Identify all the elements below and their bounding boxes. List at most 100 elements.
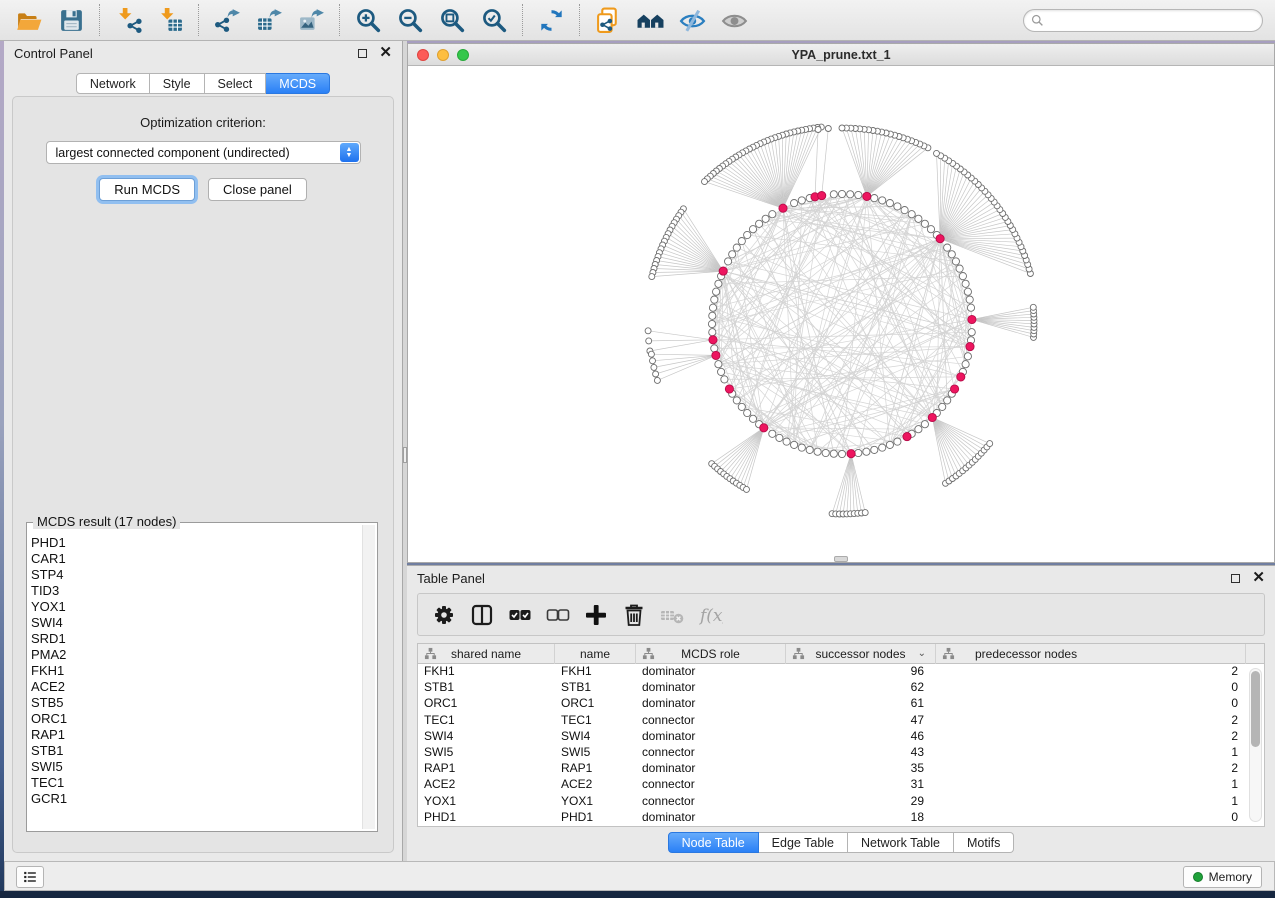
ring-node[interactable]	[871, 446, 878, 453]
ring-node[interactable]	[927, 226, 934, 233]
add-row-button[interactable]	[582, 601, 610, 629]
ring-node[interactable]	[838, 190, 845, 197]
deselect-all-button[interactable]	[544, 601, 572, 629]
open-session-button[interactable]	[13, 4, 45, 36]
ring-node[interactable]	[944, 397, 951, 404]
ring-node[interactable]	[939, 403, 946, 410]
network-window-titlebar[interactable]: YPA_prune.txt_1	[408, 44, 1274, 66]
ring-node[interactable]	[725, 258, 732, 265]
ring-node[interactable]	[894, 203, 901, 210]
mcds-hub-node[interactable]	[847, 450, 855, 458]
tab-network-table[interactable]: Network Table	[848, 832, 954, 853]
leaf-node[interactable]	[862, 510, 868, 516]
ring-node[interactable]	[715, 361, 722, 368]
ring-node[interactable]	[962, 361, 969, 368]
mcds-hub-node[interactable]	[818, 192, 826, 200]
table-row[interactable]: ACE2ACE2connector311	[418, 777, 1264, 793]
hide-edges-button[interactable]	[676, 4, 708, 36]
show-graphics-button[interactable]	[718, 4, 750, 36]
ring-node[interactable]	[738, 238, 745, 245]
leaf-node[interactable]	[815, 127, 821, 133]
mcds-hub-node[interactable]	[709, 336, 717, 344]
memory-button[interactable]: Memory	[1183, 866, 1262, 888]
ring-node[interactable]	[863, 448, 870, 455]
network-canvas[interactable]	[408, 66, 1274, 562]
table-row[interactable]: ORC1ORC1dominator610	[418, 696, 1264, 712]
result-node[interactable]: SRD1	[31, 631, 361, 647]
result-node[interactable]: TEC1	[31, 775, 361, 791]
ring-node[interactable]	[791, 441, 798, 448]
close-window-icon[interactable]	[417, 49, 429, 61]
table-scrollbar-thumb[interactable]	[1251, 671, 1260, 747]
result-scrollbar[interactable]	[362, 525, 375, 829]
ring-node[interactable]	[830, 450, 837, 457]
minimize-window-icon[interactable]	[437, 49, 449, 61]
result-node[interactable]: STB1	[31, 743, 361, 759]
result-node[interactable]: ORC1	[31, 711, 361, 727]
tab-motifs[interactable]: Motifs	[954, 832, 1014, 853]
mcds-hub-node[interactable]	[725, 385, 733, 393]
select-all-button[interactable]	[506, 601, 534, 629]
leaf-node[interactable]	[839, 125, 845, 131]
tab-network[interactable]: Network	[76, 73, 150, 94]
ring-node[interactable]	[871, 195, 878, 202]
leaf-node[interactable]	[744, 486, 750, 492]
ring-node[interactable]	[798, 197, 805, 204]
ring-node[interactable]	[956, 265, 963, 272]
ring-node[interactable]	[921, 421, 928, 428]
ring-node[interactable]	[855, 449, 862, 456]
zoom-out-button[interactable]	[394, 4, 426, 36]
ring-node[interactable]	[952, 258, 959, 265]
result-node[interactable]: SWI5	[31, 759, 361, 775]
ring-node[interactable]	[798, 444, 805, 451]
mcds-hub-node[interactable]	[936, 235, 944, 243]
mcds-hub-node[interactable]	[957, 373, 965, 381]
ring-node[interactable]	[744, 231, 751, 238]
export-image-button[interactable]	[295, 4, 327, 36]
ring-node[interactable]	[776, 434, 783, 441]
column-header-name[interactable]: name	[555, 644, 636, 664]
leaf-node[interactable]	[651, 364, 657, 370]
maximize-window-icon[interactable]	[457, 49, 469, 61]
ring-node[interactable]	[915, 215, 922, 222]
result-node[interactable]: GCR1	[31, 791, 361, 807]
leaf-node[interactable]	[649, 274, 655, 280]
ring-node[interactable]	[901, 207, 908, 214]
table-row[interactable]: PHD1PHD1dominator180	[418, 810, 1264, 826]
mcds-hub-node[interactable]	[719, 267, 727, 275]
mcds-hub-node[interactable]	[903, 433, 911, 441]
ring-node[interactable]	[806, 446, 813, 453]
table-row[interactable]: YOX1YOX1connector291	[418, 794, 1264, 810]
ring-node[interactable]	[749, 226, 756, 233]
result-node[interactable]: SWI4	[31, 615, 361, 631]
ring-node[interactable]	[921, 220, 928, 227]
result-node[interactable]: STP4	[31, 567, 361, 583]
column-header-shared-name[interactable]: shared name	[418, 644, 555, 664]
save-session-button[interactable]	[55, 4, 87, 36]
ring-node[interactable]	[715, 280, 722, 287]
ring-node[interactable]	[744, 409, 751, 416]
task-history-button[interactable]	[16, 866, 44, 888]
ring-node[interactable]	[733, 397, 740, 404]
mcds-hub-node[interactable]	[968, 315, 976, 323]
network-graph[interactable]	[408, 66, 1274, 562]
sort-chevron-icon[interactable]: ⌄	[918, 648, 926, 659]
ring-node[interactable]	[814, 448, 821, 455]
ring-node[interactable]	[944, 244, 951, 251]
run-mcds-button[interactable]: Run MCDS	[99, 178, 195, 201]
close-table-panel-icon[interactable]: ✕	[1252, 573, 1265, 583]
ring-node[interactable]	[908, 211, 915, 218]
ring-node[interactable]	[713, 288, 720, 295]
export-table-button[interactable]	[253, 4, 285, 36]
split-columns-button[interactable]	[468, 601, 496, 629]
ring-node[interactable]	[967, 304, 974, 311]
ring-node[interactable]	[729, 251, 736, 258]
tab-edge-table[interactable]: Edge Table	[759, 832, 848, 853]
tab-mcds[interactable]: MCDS	[266, 73, 330, 94]
result-node[interactable]: STB5	[31, 695, 361, 711]
ring-node[interactable]	[718, 368, 725, 375]
delete-row-button[interactable]	[620, 601, 648, 629]
table-row[interactable]: RAP1RAP1dominator352	[418, 761, 1264, 777]
table-row[interactable]: SWI4SWI4dominator462	[418, 729, 1264, 745]
ring-node[interactable]	[855, 191, 862, 198]
